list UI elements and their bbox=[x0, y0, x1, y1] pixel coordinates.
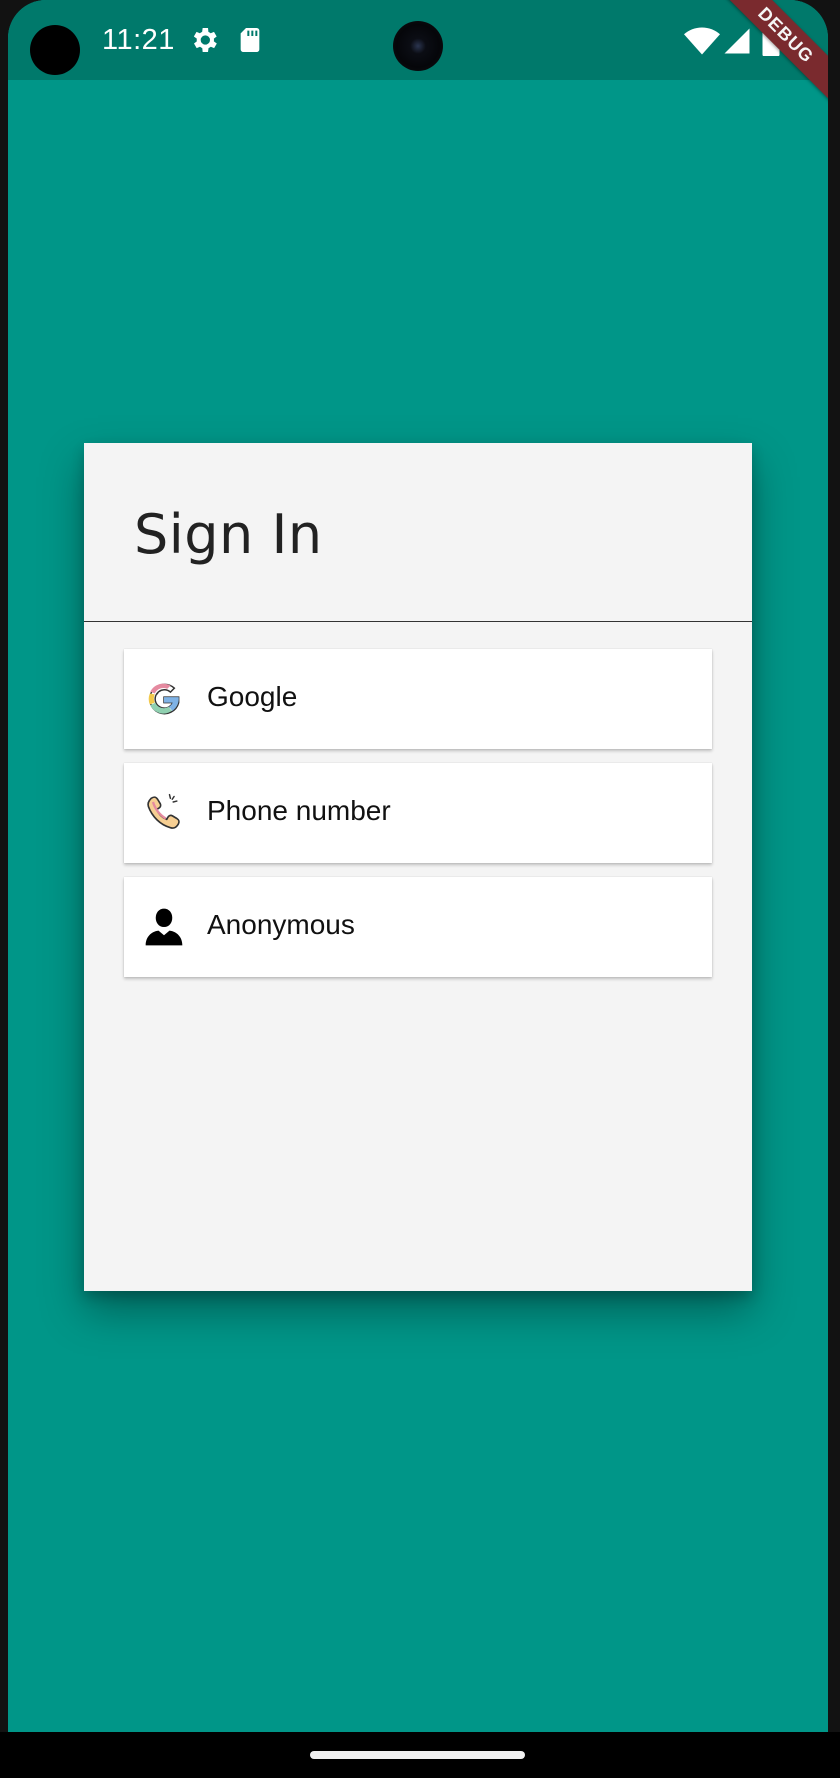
google-logo-icon bbox=[148, 683, 180, 715]
phone-label: Phone number bbox=[207, 795, 391, 826]
front-camera bbox=[393, 21, 443, 71]
home-indicator[interactable] bbox=[310, 1751, 525, 1759]
person-icon bbox=[145, 908, 183, 946]
google-sign-in-button[interactable]: Google bbox=[124, 649, 712, 749]
phone-icon bbox=[147, 793, 180, 829]
app-screen: 11:21 DEBUG Sign In Google Phone number … bbox=[8, 0, 828, 1732]
wifi-icon bbox=[684, 27, 720, 55]
anonymous-label: Anonymous bbox=[207, 909, 355, 940]
signal-icon bbox=[724, 28, 750, 54]
sign-in-dialog: Sign In Google Phone number Anonymous bbox=[84, 443, 752, 1291]
front-sensor bbox=[30, 25, 80, 75]
google-label: Google bbox=[207, 681, 298, 712]
status-bar: 11:21 DEBUG bbox=[8, 0, 828, 103]
dialog-title: Sign In bbox=[134, 503, 323, 566]
status-time: 11:21 bbox=[102, 24, 175, 56]
phone-sign-in-button[interactable]: Phone number bbox=[124, 763, 712, 863]
sd-card-icon bbox=[240, 28, 260, 52]
title-divider bbox=[84, 621, 752, 622]
settings-icon bbox=[193, 28, 217, 52]
anonymous-sign-in-button[interactable]: Anonymous bbox=[124, 877, 712, 977]
device-frame: 11:21 DEBUG Sign In Google Phone number … bbox=[0, 0, 840, 1778]
